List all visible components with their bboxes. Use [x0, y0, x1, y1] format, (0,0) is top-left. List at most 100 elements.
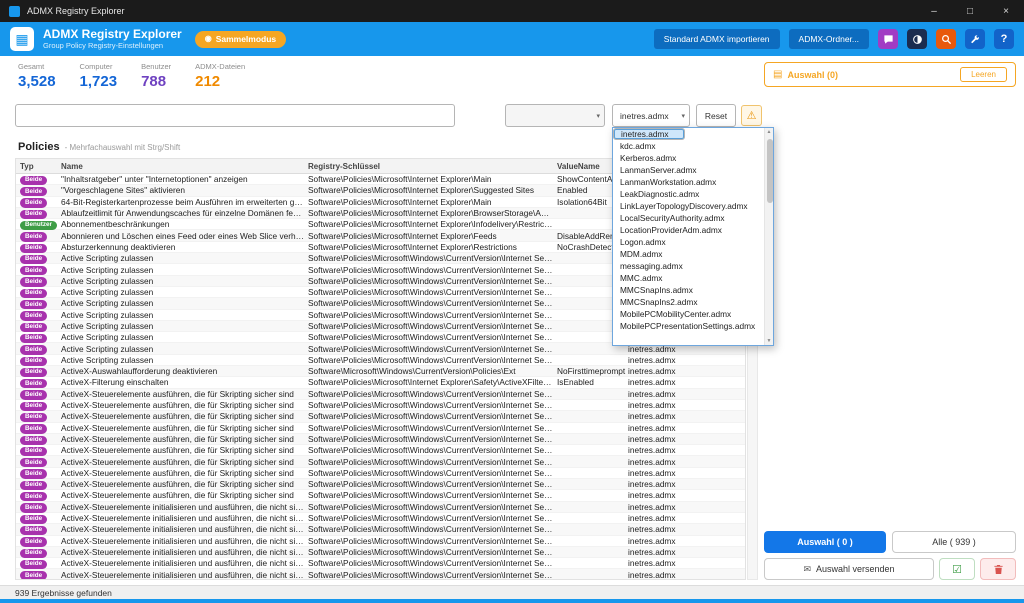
- type-cell: Beide: [16, 501, 61, 513]
- table-row[interactable]: BeideActiveX-Steuerelemente initialisier…: [16, 502, 745, 513]
- table-row[interactable]: BeideActiveX-Steuerelemente ausführen, d…: [16, 490, 745, 501]
- collect-mode-toggle[interactable]: ◉ Sammelmodus: [195, 31, 286, 48]
- close-button[interactable]: ×: [988, 0, 1024, 22]
- stat-value: 788: [141, 73, 171, 90]
- table-row[interactable]: BeideActiveX-Steuerelemente ausführen, d…: [16, 479, 745, 490]
- page-title: ADMX Registry Explorer: [43, 28, 182, 42]
- scroll-down-icon[interactable]: ▼: [765, 338, 773, 344]
- dropdown-scrollbar-thumb[interactable]: [767, 139, 773, 203]
- feedback-chat-button[interactable]: [878, 29, 898, 49]
- search-input[interactable]: [15, 104, 455, 127]
- policy-name: ActiveX-Steuerelemente initialisieren un…: [61, 570, 308, 580]
- policy-name: ActiveX-Steuerelemente ausführen, die fü…: [61, 468, 308, 478]
- search-tool-button[interactable]: [936, 29, 956, 49]
- dropdown-item[interactable]: Logon.admx: [613, 236, 764, 248]
- dropdown-item[interactable]: MMC.admx: [613, 272, 764, 284]
- import-standard-admx-button[interactable]: Standard ADMX importieren: [654, 29, 780, 49]
- table-row[interactable]: BeideActiveX-Steuerelemente ausführen, d…: [16, 411, 745, 422]
- selection-tab-button[interactable]: Auswahl ( 0 ): [764, 531, 886, 553]
- stat-admx-dateien: ADMX-Dateien 212: [195, 62, 245, 90]
- policy-name: "Inhaltsratgeber" unter "Internetoptione…: [61, 174, 308, 184]
- registry-key: Software\Policies\Microsoft\Internet Exp…: [308, 174, 557, 184]
- dropdown-item[interactable]: messaging.admx: [613, 260, 764, 272]
- policy-name: Active Scripting zulassen: [61, 321, 308, 331]
- column-header-typ[interactable]: Typ: [16, 162, 61, 171]
- dropdown-item[interactable]: LocalSecurityAuthority.admx: [613, 212, 764, 224]
- policy-name: ActiveX-Steuerelemente initialisieren un…: [61, 547, 308, 557]
- admx-file: inetres.admx: [628, 445, 745, 455]
- all-tab-button[interactable]: Alle ( 939 ): [892, 531, 1016, 553]
- policy-name: Active Scripting zulassen: [61, 344, 308, 354]
- category-select[interactable]: ▾: [505, 104, 605, 127]
- app-header: ▦ ADMX Registry Explorer Group Policy Re…: [0, 22, 1024, 56]
- table-row[interactable]: BeideActiveX-Steuerelemente ausführen, d…: [16, 445, 745, 456]
- dropdown-scrollbar[interactable]: ▲ ▼: [764, 128, 773, 345]
- dropdown-item[interactable]: LeakDiagnostic.admx: [613, 188, 764, 200]
- table-row[interactable]: BeideActiveX-Steuerelemente ausführen, d…: [16, 423, 745, 434]
- dropdown-item[interactable]: kdc.admx: [613, 140, 764, 152]
- column-header-name[interactable]: Name: [61, 162, 308, 171]
- type-cell: Beide: [16, 196, 61, 208]
- admx-folder-button[interactable]: ADMX-Ordner...: [789, 29, 869, 49]
- dropdown-item[interactable]: MobilePCPresentationSettings.admx: [613, 320, 764, 332]
- delete-button[interactable]: [980, 558, 1016, 580]
- column-header-registry-key[interactable]: Registry-Schlüssel: [308, 162, 557, 171]
- dropdown-item[interactable]: MDM.admx: [613, 248, 764, 260]
- type-cell: Beide: [16, 546, 61, 558]
- warning-icon[interactable]: ⚠: [741, 105, 762, 126]
- minimize-button[interactable]: –: [916, 0, 952, 22]
- help-button[interactable]: ?: [994, 29, 1014, 49]
- type-badge: Beide: [20, 571, 47, 580]
- scroll-up-icon[interactable]: ▲: [765, 129, 773, 135]
- table-row[interactable]: BeideActiveX-Steuerelemente initialisier…: [16, 536, 745, 547]
- table-row[interactable]: BeideActiveX-Steuerelemente ausführen, d…: [16, 400, 745, 411]
- dropdown-item[interactable]: LanmanServer.admx: [613, 164, 764, 176]
- dropdown-item[interactable]: MobilePCMobilityCenter.admx: [613, 308, 764, 320]
- policy-name: ActiveX-Steuerelemente ausführen, die fü…: [61, 411, 308, 421]
- dropdown-item[interactable]: inetres.admx: [613, 128, 685, 140]
- dropdown-item[interactable]: MMCSnapIns2.admx: [613, 296, 764, 308]
- admx-file: inetres.admx: [628, 570, 745, 580]
- registry-key: Software\Policies\Microsoft\Windows\Curr…: [308, 423, 557, 433]
- dropdown-item[interactable]: LocationProviderAdm.admx: [613, 224, 764, 236]
- table-row[interactable]: BeideActiveX-Steuerelemente ausführen, d…: [16, 468, 745, 479]
- dropdown-item[interactable]: LinkLayerTopologyDiscovery.admx: [613, 200, 764, 212]
- table-row[interactable]: BeideActiveX-Steuerelemente initialisier…: [16, 558, 745, 569]
- table-row[interactable]: BeideActiveX-Steuerelemente initialisier…: [16, 513, 745, 524]
- policy-name: Abonnieren und Löschen eines Feed oder e…: [61, 231, 308, 241]
- clear-selection-button[interactable]: Leeren: [960, 67, 1007, 82]
- admx-file: inetres.admx: [628, 502, 745, 512]
- policy-name: Active Scripting zulassen: [61, 265, 308, 275]
- policy-name: Active Scripting zulassen: [61, 298, 308, 308]
- table-row[interactable]: BeideActiveX-Steuerelemente initialisier…: [16, 547, 745, 558]
- theme-toggle-button[interactable]: [907, 29, 927, 49]
- policy-name: 64-Bit-Registerkartenprozesse beim Ausfü…: [61, 197, 308, 207]
- table-row[interactable]: BeideActiveX-Steuerelemente ausführen, d…: [16, 434, 745, 445]
- table-row[interactable]: BeideActiveX-Steuerelemente initialisier…: [16, 524, 745, 535]
- send-selection-button[interactable]: ✉ Auswahl versenden: [764, 558, 934, 580]
- status-bar: 939 Ergebnisse gefunden: [0, 585, 1024, 599]
- dropdown-item[interactable]: Kerberos.admx: [613, 152, 764, 164]
- registry-key: Software\Policies\Microsoft\Windows\Curr…: [308, 536, 557, 546]
- dropdown-item[interactable]: MMCSnapIns.admx: [613, 284, 764, 296]
- tools-button[interactable]: [965, 29, 985, 49]
- admx-file-select[interactable]: inetres.admx ▾: [612, 104, 690, 127]
- type-cell: Beide: [16, 173, 61, 185]
- table-row[interactable]: BeideActiveX-Filterung einschaltenSoftwa…: [16, 377, 745, 388]
- select-all-check-button[interactable]: ☑: [939, 558, 975, 580]
- policy-name: ActiveX-Steuerelemente initialisieren un…: [61, 558, 308, 568]
- table-row[interactable]: BeideActiveX-Auswahlaufforderung deaktiv…: [16, 366, 745, 377]
- registry-key: Software\Policies\Microsoft\Windows\Curr…: [308, 265, 557, 275]
- table-row[interactable]: BeideActiveX-Steuerelemente ausführen, d…: [16, 389, 745, 400]
- registry-key: Software\Policies\Microsoft\Windows\Curr…: [308, 524, 557, 534]
- dropdown-item[interactable]: LanmanWorkstation.admx: [613, 176, 764, 188]
- registry-key: Software\Policies\Microsoft\Windows\Curr…: [308, 457, 557, 467]
- registry-key: Software\Policies\Microsoft\Windows\Curr…: [308, 502, 557, 512]
- table-row[interactable]: BeideActiveX-Steuerelemente ausführen, d…: [16, 456, 745, 467]
- reset-button[interactable]: Reset: [696, 104, 736, 127]
- maximize-button[interactable]: □: [952, 0, 988, 22]
- registry-key: Software\Policies\Microsoft\Windows\Curr…: [308, 321, 557, 331]
- table-row[interactable]: Beide ActiveX-Steuerelemente initialisier…: [16, 569, 745, 580]
- policy-name: ActiveX-Steuerelemente initialisieren un…: [61, 536, 308, 546]
- table-row[interactable]: BeideActive Scripting zulassenSoftware\P…: [16, 355, 745, 366]
